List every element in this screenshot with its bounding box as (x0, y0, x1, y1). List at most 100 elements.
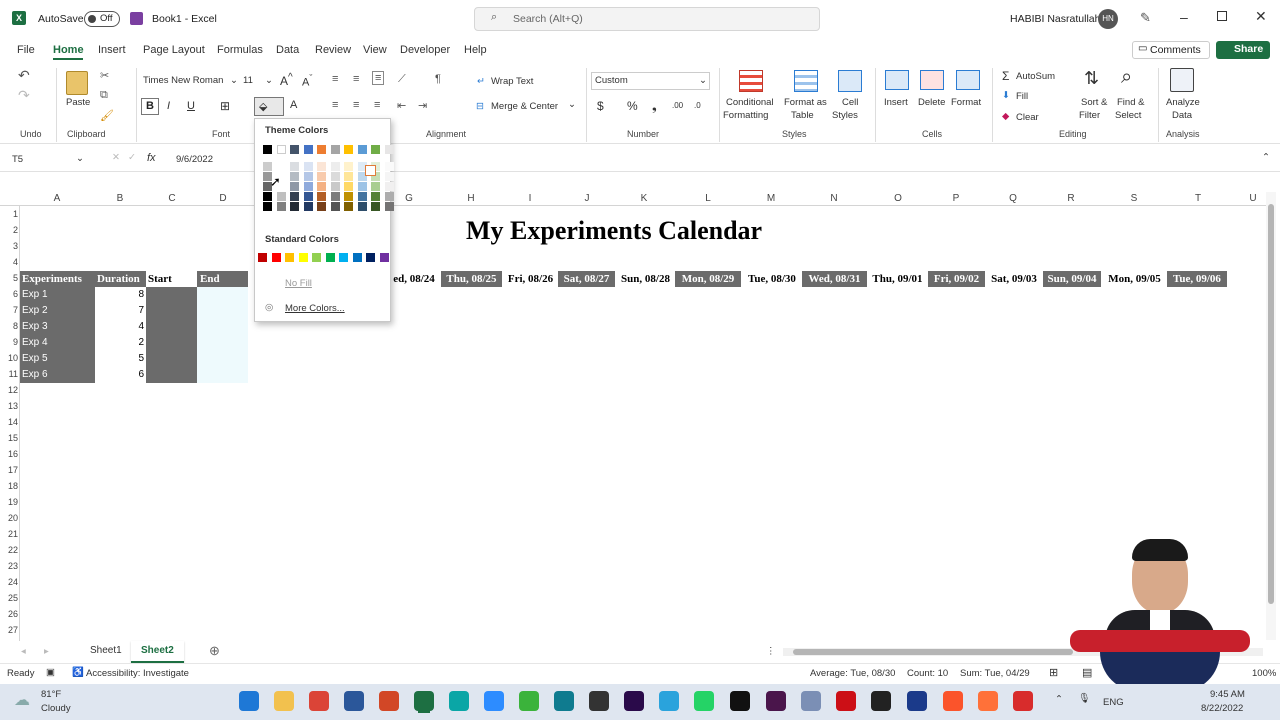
experiment-duration[interactable]: 2 (95, 335, 146, 351)
date-header[interactable]: Sat, 09/03 (986, 271, 1042, 287)
orientation-icon[interactable]: ⟋ (398, 73, 406, 86)
experiment-end-cell[interactable] (197, 303, 248, 319)
language-indicator[interactable]: ENG (1103, 697, 1124, 708)
experiment-end-cell[interactable] (197, 367, 248, 383)
date-header[interactable]: Mon, 09/05 (1103, 271, 1166, 287)
theme-color-swatch[interactable] (344, 172, 353, 181)
row-header-14[interactable]: 14 (2, 417, 18, 427)
bold-button[interactable]: B (141, 98, 159, 115)
premiere-icon[interactable] (624, 691, 644, 711)
theme-color-swatch[interactable] (384, 192, 394, 201)
experiment-start-cell[interactable] (146, 351, 197, 367)
clock-date[interactable]: 8/22/2022 (1201, 703, 1243, 714)
brave-icon[interactable] (943, 691, 963, 711)
wrap-text-button[interactable]: Wrap Text (491, 76, 533, 87)
experiment-start-cell[interactable] (146, 335, 197, 351)
experiment-duration[interactable]: 4 (95, 319, 146, 335)
row-header-27[interactable]: 27 (2, 625, 18, 635)
align-center-icon[interactable]: ≡ (353, 99, 359, 111)
format-painter-icon[interactable]: 🖌 (100, 109, 114, 122)
restore-icon[interactable] (1217, 11, 1227, 21)
theme-color-swatch[interactable] (344, 202, 353, 211)
analyze-data-line2[interactable]: Data (1172, 110, 1192, 121)
theme-color-swatch[interactable] (317, 172, 326, 181)
align-top-icon[interactable]: ≡ (332, 73, 338, 85)
theme-color-swatch[interactable] (317, 145, 326, 154)
row-header-17[interactable]: 17 (2, 465, 18, 475)
standard-color-swatch[interactable] (339, 253, 348, 262)
opera-icon[interactable] (836, 691, 856, 711)
theme-color-swatch[interactable] (263, 145, 272, 154)
column-header-p[interactable]: P (946, 193, 966, 204)
cell-styles-icon[interactable] (838, 70, 862, 92)
align-bottom-icon[interactable]: ≡ (372, 71, 385, 85)
theme-color-swatch[interactable] (344, 192, 353, 201)
standard-color-swatch[interactable] (285, 253, 294, 262)
merge-icon[interactable]: ⊟ (476, 101, 484, 112)
weather-temp[interactable]: 81°F (41, 689, 61, 700)
theme-color-swatch[interactable] (371, 145, 380, 154)
mic-icon[interactable]: 🎙 (1078, 693, 1090, 704)
media-icon[interactable] (589, 691, 609, 711)
percent-icon[interactable]: % (627, 99, 638, 113)
theme-color-swatch[interactable] (330, 202, 340, 211)
theme-color-swatch[interactable] (303, 182, 313, 191)
save-icon[interactable] (130, 12, 143, 25)
clock-time[interactable]: 9:45 AM (1210, 689, 1245, 700)
theme-color-swatch[interactable] (276, 145, 286, 154)
experiment-start-cell[interactable] (146, 303, 197, 319)
theme-color-swatch[interactable] (384, 172, 394, 181)
sort-filter-icon[interactable]: ⇅ (1084, 68, 1099, 89)
align-left-icon[interactable]: ≡ (332, 99, 338, 111)
theme-color-swatch[interactable] (384, 145, 394, 154)
format-as-table-line2[interactable]: Table (791, 110, 814, 121)
theme-color-swatch[interactable] (330, 172, 340, 181)
theme-color-swatch[interactable] (357, 182, 367, 191)
experiment-start-cell[interactable] (146, 319, 197, 335)
experiment-name[interactable]: Exp 3 (20, 319, 95, 335)
column-header-g[interactable]: G (399, 193, 419, 204)
row-header-6[interactable]: 6 (2, 289, 18, 299)
theme-color-swatch[interactable] (276, 202, 286, 211)
cut-icon[interactable]: ✂ (100, 69, 109, 82)
format-as-table-line1[interactable]: Format as (784, 97, 827, 108)
column-header-h[interactable]: H (461, 193, 481, 204)
whatsapp-icon[interactable] (694, 691, 714, 711)
find-select-line1[interactable]: Find & (1117, 97, 1144, 108)
formula-input[interactable]: 9/6/2022 (176, 154, 213, 165)
paste-icon[interactable] (66, 71, 88, 95)
row-header-19[interactable]: 19 (2, 497, 18, 507)
theme-color-swatch[interactable] (263, 192, 272, 201)
fill-color-button[interactable]: ⬙ (254, 97, 284, 116)
tab-insert[interactable]: Insert (98, 44, 126, 56)
r-app-icon[interactable] (801, 691, 821, 711)
vertical-scrollbar[interactable] (1266, 192, 1276, 640)
experiment-end-cell[interactable] (197, 335, 248, 351)
theme-color-swatch[interactable] (357, 202, 367, 211)
row-header-13[interactable]: 13 (2, 401, 18, 411)
theme-color-swatch[interactable] (263, 202, 272, 211)
standard-color-swatch[interactable] (325, 253, 335, 262)
experiment-end-cell[interactable] (197, 351, 248, 367)
collapse-formula-icon[interactable]: ⌃ (1262, 152, 1270, 163)
row-header-20[interactable]: 20 (2, 513, 18, 523)
normal-view-icon[interactable]: ⊞ (1049, 666, 1058, 679)
tab-help[interactable]: Help (464, 44, 487, 56)
date-header[interactable]: Fri, 09/02 (928, 271, 985, 287)
date-header[interactable]: Tue, 08/30 (743, 271, 801, 287)
imo-icon[interactable] (907, 691, 927, 711)
theme-color-swatch[interactable] (317, 162, 326, 171)
file-explorer-icon[interactable] (274, 691, 294, 711)
decrease-decimal-icon[interactable]: .0 (694, 101, 701, 110)
underline-button[interactable]: U (187, 100, 195, 112)
weather-icon[interactable]: ☁ (14, 690, 30, 710)
experiment-name[interactable]: Exp 6 (20, 367, 95, 383)
experiment-duration[interactable]: 7 (95, 303, 146, 319)
row-header-18[interactable]: 18 (2, 481, 18, 491)
column-header-d[interactable]: D (213, 193, 233, 204)
pen-icon[interactable]: ✎ (1140, 10, 1151, 26)
standard-color-swatch[interactable] (298, 253, 308, 262)
theme-color-swatch[interactable] (371, 192, 380, 201)
row-header-4[interactable]: 4 (2, 257, 18, 267)
row-header-7[interactable]: 7 (2, 305, 18, 315)
